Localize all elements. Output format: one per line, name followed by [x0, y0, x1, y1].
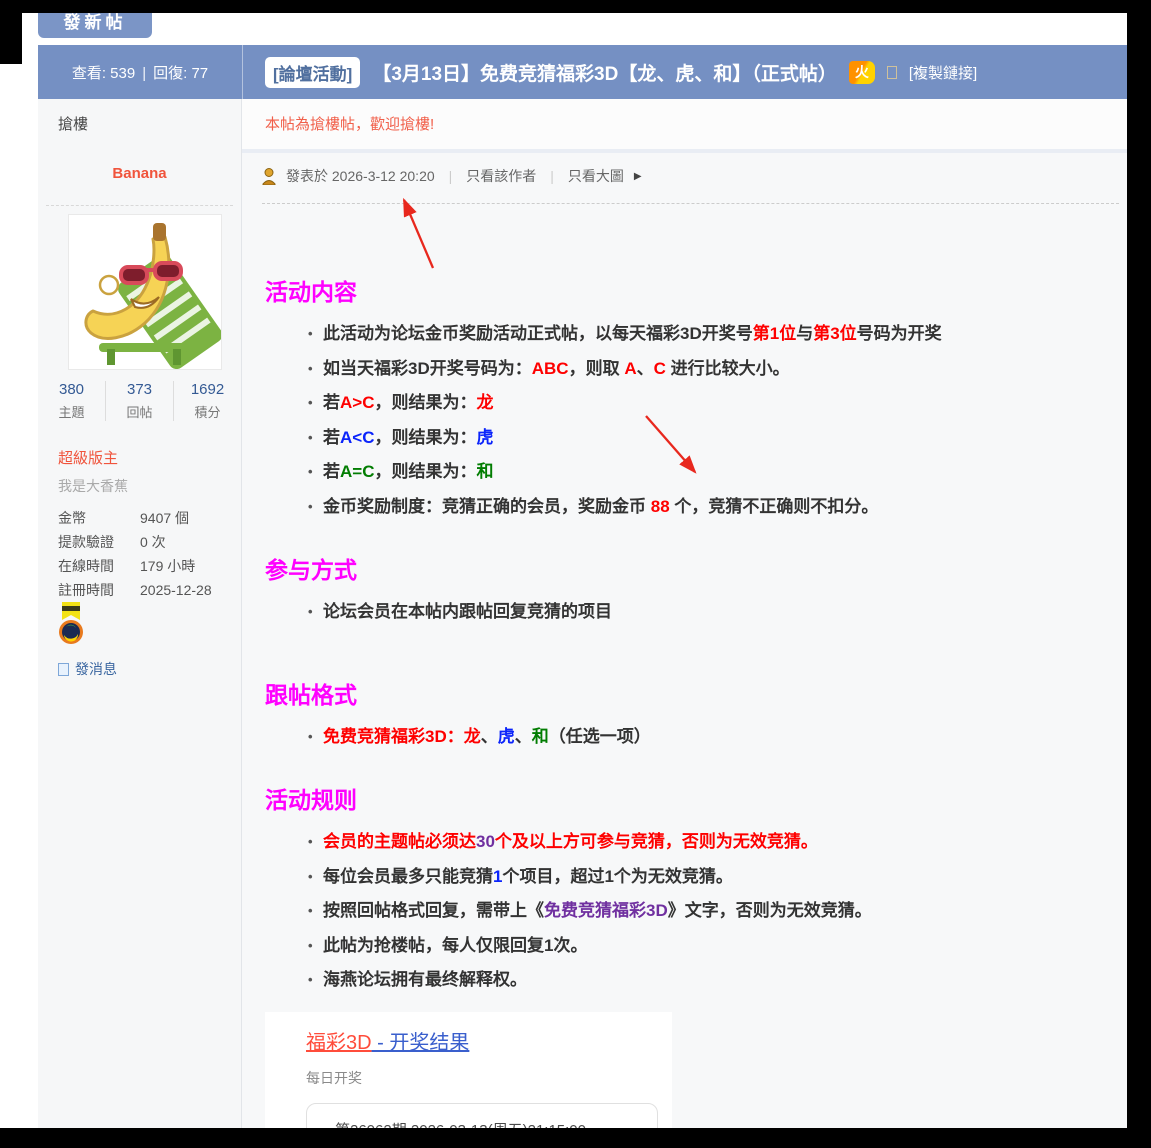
author-sidebar: 搶樓 Banana [38, 99, 242, 1128]
letterbox-corner [0, 0, 22, 64]
list-item: 会员的主题帖必须达30个及以上方可参与竞猜，否则为无效竞猜。 [323, 825, 1127, 860]
views-count: 查看: 539 [72, 65, 135, 82]
section-heading: 活动规则 [265, 785, 1127, 815]
profile-label: 金幣 [58, 508, 140, 528]
list-item: 若A=C，则结果为：和 [323, 455, 1127, 490]
profile-value: 2025-12-28 [140, 582, 212, 598]
section-list: 会员的主题帖必须达30个及以上方可参与竞猜，否则为无效竞猜。每位会员最多只能竞猜… [265, 825, 1127, 998]
profile-row-coins: 金幣 9407 個 [58, 506, 212, 530]
section-heading: 活动内容 [265, 277, 1127, 307]
profile-label: 註冊時間 [58, 580, 140, 600]
list-item: 此帖为抢楼帖，每人仅限回复1次。 [323, 929, 1127, 964]
list-item: 金币奖励制度：竞猜正确的会员，奖励金币 88 个，竞猜不正确则不扣分。 [323, 490, 1127, 525]
section-heading: 参与方式 [265, 555, 1127, 585]
section-list: 此活动为论坛金币奖励活动正式帖，以每天福彩3D开奖号第1位与第3位号码为开奖如当… [265, 317, 1127, 524]
post-time: 發表於 2026-3-12 20:20 [286, 166, 435, 186]
section-list: 免费竞猜福彩3D：龙、虎、和（任选一项） [265, 720, 1127, 755]
thread-view-reply-stats: 查看: 539 | 回復: 77 [38, 62, 242, 83]
profile-value: 9407 個 [140, 508, 189, 528]
post-main-area: 本帖為搶樓帖，歡迎搶樓! 發表於 2026-3-12 20:20 | 只看該作者… [242, 99, 1127, 1128]
list-item: 如当天福彩3D开奖号码为：ABC，则取 A、C 进行比较大小。 [323, 352, 1127, 387]
sidebar-divider [46, 205, 233, 206]
section-activity-rules: 活动规则 会员的主题帖必须达30个及以上方可参与竞猜，否则为无效竞猜。每位会员最… [265, 785, 1127, 998]
medal-icon [58, 602, 88, 653]
thread-title-row: [論壇活動] 【3月13日】免费竞猜福彩3D【龙、虎、和】（正式帖） 火 [複製… [243, 57, 1127, 88]
stat-threads-value: 380 [38, 381, 105, 398]
list-item: 按照回帖格式回复，需带上《免费竞猜福彩3D》文字，否则为无效竞猜。 [323, 894, 1127, 929]
floor-notice-banner: 本帖為搶樓帖，歡迎搶樓! [242, 99, 1127, 153]
stat-threads-label: 主題 [38, 402, 105, 421]
lottery-name: 福彩3D [306, 1032, 372, 1054]
stat-replies-label: 回帖 [106, 402, 173, 421]
profile-value: 0 次 [140, 532, 166, 552]
lottery-result-link[interactable]: 福彩3D - 开奖结果 [306, 1026, 469, 1055]
stat-credits-value: 1692 [174, 381, 241, 398]
copy-link-button[interactable]: [複製鏈接] [909, 62, 977, 83]
stat-threads[interactable]: 380 主題 [38, 381, 105, 421]
author-stats-row: 380 主題 373 回帖 1692 積分 [38, 381, 241, 421]
section-list: 论坛会员在本帖内跟帖回复竞猜的项目 [265, 595, 1127, 630]
list-item: 每位会员最多只能竞猜1个项目，超过1个为无效竞猜。 [323, 860, 1127, 895]
list-item: 此活动为论坛金币奖励活动正式帖，以每天福彩3D开奖号第1位与第3位号码为开奖 [323, 317, 1127, 352]
post-meta-row: 發表於 2026-3-12 20:20 | 只看該作者 | 只看大圖 ▶ [242, 153, 1127, 199]
poster-medal-icon [262, 168, 276, 185]
meta-separator: | [550, 168, 554, 184]
lottery-result-label: - 开奖结果 [372, 1032, 470, 1054]
attachment-icon [887, 66, 897, 79]
meta-separator: | [449, 168, 453, 184]
forum-activity-badge[interactable]: [論壇活動] [265, 57, 360, 88]
avatar-banana-illustration [69, 215, 221, 369]
letterbox-right [1127, 0, 1151, 1148]
profile-row-withdraw: 提款驗證 0 次 [58, 530, 212, 554]
thread-title: 【3月13日】免费竞猜福彩3D【龙、虎、和】（正式帖） [372, 59, 837, 86]
list-item: 论坛会员在本帖内跟帖回复竞猜的项目 [323, 595, 1127, 630]
only-author-link[interactable]: 只看該作者 [466, 166, 536, 186]
avatar[interactable] [68, 214, 222, 370]
stat-credits[interactable]: 1692 積分 [173, 381, 241, 421]
list-item: 若A>C，则结果为：龙 [323, 386, 1127, 421]
lottery-subtitle: 每日开奖 [306, 1068, 672, 1088]
only-large-image-link[interactable]: 只看大圖 [568, 166, 624, 186]
thread-header-bar: 查看: 539 | 回復: 77 [論壇活動] 【3月13日】免费竞猜福彩3D【龙、… [38, 45, 1127, 99]
send-message-link[interactable]: 發消息 [58, 659, 117, 679]
replies-count: 回復: 77 [153, 65, 208, 82]
list-item: 免费竞猜福彩3D：龙、虎、和（任选一项） [323, 720, 1127, 755]
letterbox-top [0, 0, 1151, 13]
stat-credits-label: 積分 [174, 402, 241, 421]
user-group-title: 超級版主 [58, 447, 118, 468]
list-item: 若A<C，则结果为：虎 [323, 421, 1127, 456]
section-activity-content: 活动内容 此活动为论坛金币奖励活动正式帖，以每天福彩3D开奖号第1位与第3位号码… [265, 277, 1127, 524]
hot-fire-icon: 火 [849, 61, 875, 84]
send-message-label: 發消息 [75, 659, 117, 679]
author-username-link[interactable]: Banana [38, 165, 241, 182]
post-body: 活动内容 此活动为论坛金币奖励活动正式帖，以每天福彩3D开奖号第1位与第3位号码… [265, 203, 1127, 1148]
stat-replies[interactable]: 373 回帖 [105, 381, 173, 421]
expand-arrow-icon[interactable]: ▶ [634, 171, 642, 182]
profile-value: 179 小時 [140, 556, 195, 576]
profile-label: 提款驗證 [58, 532, 140, 552]
section-reply-format: 跟帖格式 免费竞猜福彩3D：龙、虎、和（任选一项） [265, 680, 1127, 755]
forum-thread-page: 發新帖 查看: 539|回復: 77 [論壇活動] 【3月13日】免费竞猜福彩3… [0, 0, 1151, 1148]
section-heading: 跟帖格式 [265, 680, 1127, 710]
letterbox-bottom [0, 1128, 1151, 1148]
section-participation: 参与方式 论坛会员在本帖内跟帖回复竞猜的项目 [265, 555, 1127, 630]
message-icon [58, 663, 69, 676]
stat-replies-value: 373 [106, 381, 173, 398]
floor-label: 搶樓 [58, 113, 88, 134]
profile-detail-list: 金幣 9407 個 提款驗證 0 次 在線時間 179 小時 註冊時間 2025… [58, 506, 212, 602]
profile-label: 在線時間 [58, 556, 140, 576]
profile-row-online-time: 在線時間 179 小時 [58, 554, 212, 578]
stats-separator: | [142, 65, 146, 82]
profile-row-register-date: 註冊時間 2025-12-28 [58, 578, 212, 602]
list-item: 海燕论坛拥有最终解释权。 [323, 963, 1127, 998]
user-signature: 我是大香蕉 [58, 476, 128, 496]
